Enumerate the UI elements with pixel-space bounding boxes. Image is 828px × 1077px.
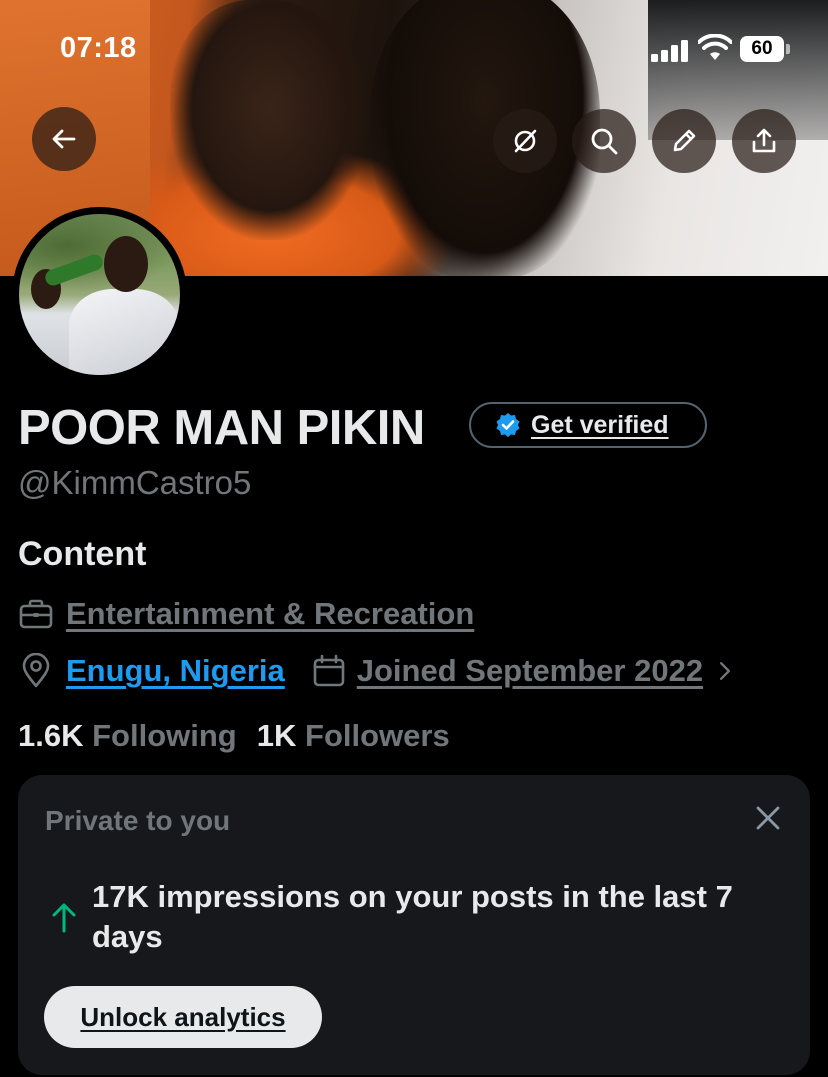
private-insights-card: Private to you 17K impressions on your p… (18, 775, 810, 1075)
calendar-icon (313, 654, 345, 687)
profile-bio: Content (18, 535, 147, 573)
follow-counts: 1.6K Following 1K Followers (18, 718, 450, 754)
edit-button[interactable] (652, 109, 716, 173)
location-joined-row: Enugu, Nigeria Joined September 2022 (18, 653, 739, 689)
chevron-right-icon[interactable] (711, 657, 739, 685)
share-icon (752, 128, 776, 153)
profile-category[interactable]: Entertainment & Recreation (66, 596, 474, 632)
card-title: Private to you (45, 805, 231, 836)
profile-joined[interactable]: Joined September 2022 (357, 653, 703, 689)
back-arrow-icon (52, 129, 76, 149)
get-verified-button[interactable]: Get verified (469, 402, 707, 448)
battery-level: 60 (751, 38, 773, 59)
followers-link[interactable]: 1K Followers (257, 718, 450, 754)
profile-location[interactable]: Enugu, Nigeria (66, 653, 285, 689)
avatar[interactable] (12, 207, 187, 382)
profile-name: POOR MAN PIKIN (18, 401, 425, 455)
briefcase-icon (19, 599, 53, 629)
wifi-icon (698, 34, 732, 60)
close-icon[interactable] (753, 803, 783, 833)
impressions-message: 17K impressions on your posts in the las… (92, 879, 733, 954)
unlock-analytics-button[interactable]: Unlock analytics (44, 986, 322, 1048)
trend-up-arrow-icon (52, 903, 76, 933)
following-link[interactable]: 1.6K Following (18, 718, 237, 754)
following-label: Following (92, 718, 237, 753)
location-pin-icon (22, 653, 50, 688)
status-bar: 07:18 60 (0, 0, 828, 100)
get-verified-label: Get verified (531, 410, 669, 439)
verified-badge-icon (496, 413, 520, 437)
cellular-signal-icon (651, 38, 691, 62)
following-count: 1.6K (18, 718, 84, 753)
pencil-icon (673, 129, 696, 152)
avatar-photo (19, 214, 180, 375)
followers-label: Followers (305, 718, 450, 753)
back-button[interactable] (32, 107, 96, 171)
search-button[interactable] (572, 109, 636, 173)
category-row: Entertainment & Recreation (18, 596, 474, 632)
status-time: 07:18 (60, 32, 137, 64)
search-icon (591, 128, 618, 155)
unlock-analytics-label: Unlock analytics (80, 1001, 286, 1032)
battery-icon: 60 (740, 36, 790, 62)
followers-count: 1K (256, 718, 297, 753)
grok-button[interactable] (493, 109, 557, 173)
profile-handle: @KimmCastro5 (18, 464, 252, 501)
share-button[interactable] (732, 109, 796, 173)
grok-circle-icon (514, 129, 537, 153)
